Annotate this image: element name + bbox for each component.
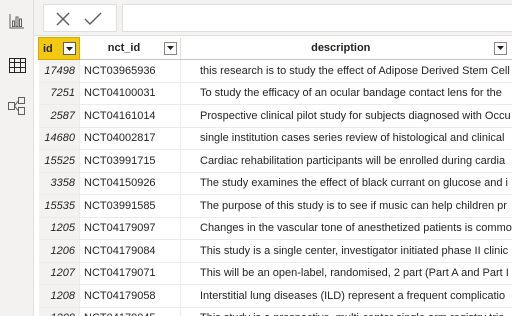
filter-dropdown-button[interactable] — [164, 41, 177, 55]
data-grid: id nct_id description 17498 NCT03965936 … — [38, 37, 512, 316]
data-table: id nct_id description 17498 NCT03965936 … — [38, 37, 512, 316]
table-row[interactable]: 1205 NCT04179097 Changes in the vascular… — [38, 217, 512, 240]
cell-id[interactable]: 7251 — [38, 82, 80, 105]
table-row[interactable]: 14680 NCT04002817 single institution cas… — [38, 127, 512, 150]
cell-id[interactable]: 1207 — [38, 262, 80, 285]
cell-nct-id[interactable]: NCT03965936 — [79, 59, 181, 83]
table-row[interactable]: 7251 NCT04100031 To study the efficacy o… — [38, 82, 512, 105]
cell-description[interactable]: To study the efficacy of an ocular banda… — [180, 82, 512, 105]
cell-description[interactable]: Changes in the vascular tone of anesthet… — [180, 217, 512, 240]
column-header-nct-id[interactable]: nct_id — [79, 37, 181, 60]
cell-nct-id[interactable]: NCT03991715 — [79, 149, 181, 173]
formula-bar — [34, 0, 512, 36]
table-row[interactable]: 1208 NCT04179058 Interstitial lung disea… — [38, 284, 512, 308]
header-row: id nct_id description — [38, 37, 512, 60]
cell-id[interactable]: 3358 — [38, 172, 80, 195]
cell-description[interactable]: The study examines the effect of black c… — [180, 172, 512, 195]
cell-description[interactable]: This study is a prospective, multi-cente… — [180, 307, 512, 316]
formula-input[interactable] — [122, 4, 512, 32]
checkmark-icon[interactable] — [82, 10, 104, 28]
column-header-label: description — [311, 42, 371, 55]
column-header-description[interactable]: description — [180, 37, 512, 60]
table-row[interactable]: 15525 NCT03991715 Cardiac rehabilitation… — [38, 149, 512, 173]
filter-dropdown-button[interactable] — [63, 42, 76, 55]
table-row[interactable]: 2587 NCT04161014 Prospective clinical pi… — [38, 104, 512, 128]
cell-id[interactable]: 1208 — [38, 284, 80, 308]
table-row[interactable]: 1207 NCT04179071 This will be an open-la… — [38, 262, 512, 285]
column-header-label: nct_id — [107, 42, 141, 55]
table-row[interactable]: 15535 NCT03991585 The purpose of this st… — [38, 194, 512, 218]
cell-description[interactable]: This study is a single center, investiga… — [180, 239, 512, 263]
cell-description[interactable]: Cardiac rehabilitation participants will… — [180, 149, 512, 173]
bar-chart-icon[interactable] — [7, 11, 27, 31]
cell-id[interactable]: 1205 — [38, 217, 80, 240]
table-row[interactable]: 1209 NCT04179045 This study is a prospec… — [38, 307, 512, 316]
cell-nct-id[interactable]: NCT04002817 — [79, 127, 181, 150]
filter-dropdown-button[interactable] — [493, 41, 507, 55]
column-header-id[interactable]: id — [38, 37, 80, 60]
chevron-down-icon — [167, 46, 174, 50]
close-icon[interactable] — [53, 10, 73, 28]
cell-nct-id[interactable]: NCT04179058 — [79, 284, 181, 308]
cell-nct-id[interactable]: NCT04179071 — [79, 262, 181, 285]
cell-id[interactable]: 1209 — [38, 307, 80, 316]
cell-id[interactable]: 15535 — [38, 194, 80, 218]
view-switcher-rail — [0, 0, 34, 316]
cell-description[interactable]: This will be an open-label, randomised, … — [180, 262, 512, 285]
table-row[interactable]: 3358 NCT04150926 The study examines the … — [38, 172, 512, 195]
cell-description[interactable]: Interstitial lung diseases (ILD) represe… — [180, 284, 512, 308]
cell-description[interactable]: Prospective clinical pilot study for sub… — [180, 104, 512, 128]
chevron-down-icon — [66, 46, 73, 51]
model-icon[interactable] — [7, 96, 27, 116]
column-header-label: id — [43, 42, 53, 55]
cell-description[interactable]: The purpose of this study is to see if m… — [180, 194, 512, 218]
cell-nct-id[interactable]: NCT04179084 — [79, 239, 181, 263]
cell-id[interactable]: 14680 — [38, 127, 80, 150]
cell-id[interactable]: 15525 — [38, 149, 80, 173]
table-row[interactable]: 1206 NCT04179084 This study is a single … — [38, 239, 512, 263]
table-icon[interactable] — [7, 55, 27, 75]
cell-nct-id[interactable]: NCT04179045 — [79, 307, 181, 316]
cell-id[interactable]: 2587 — [38, 104, 80, 128]
cell-description[interactable]: this research is to study the effect of … — [180, 59, 512, 83]
cell-nct-id[interactable]: NCT04179097 — [79, 217, 181, 240]
cell-id[interactable]: 1206 — [38, 239, 80, 263]
formula-buttons — [43, 4, 117, 32]
cell-id[interactable]: 17498 — [38, 59, 80, 83]
cell-nct-id[interactable]: NCT04100031 — [79, 82, 181, 105]
cell-nct-id[interactable]: NCT04161014 — [79, 104, 181, 128]
chevron-down-icon — [496, 46, 504, 50]
cell-description[interactable]: single institution cases series review o… — [180, 127, 512, 150]
cell-nct-id[interactable]: NCT03991585 — [79, 194, 181, 218]
cell-nct-id[interactable]: NCT04150926 — [79, 172, 181, 195]
table-row[interactable]: 17498 NCT03965936 this research is to st… — [38, 59, 512, 83]
